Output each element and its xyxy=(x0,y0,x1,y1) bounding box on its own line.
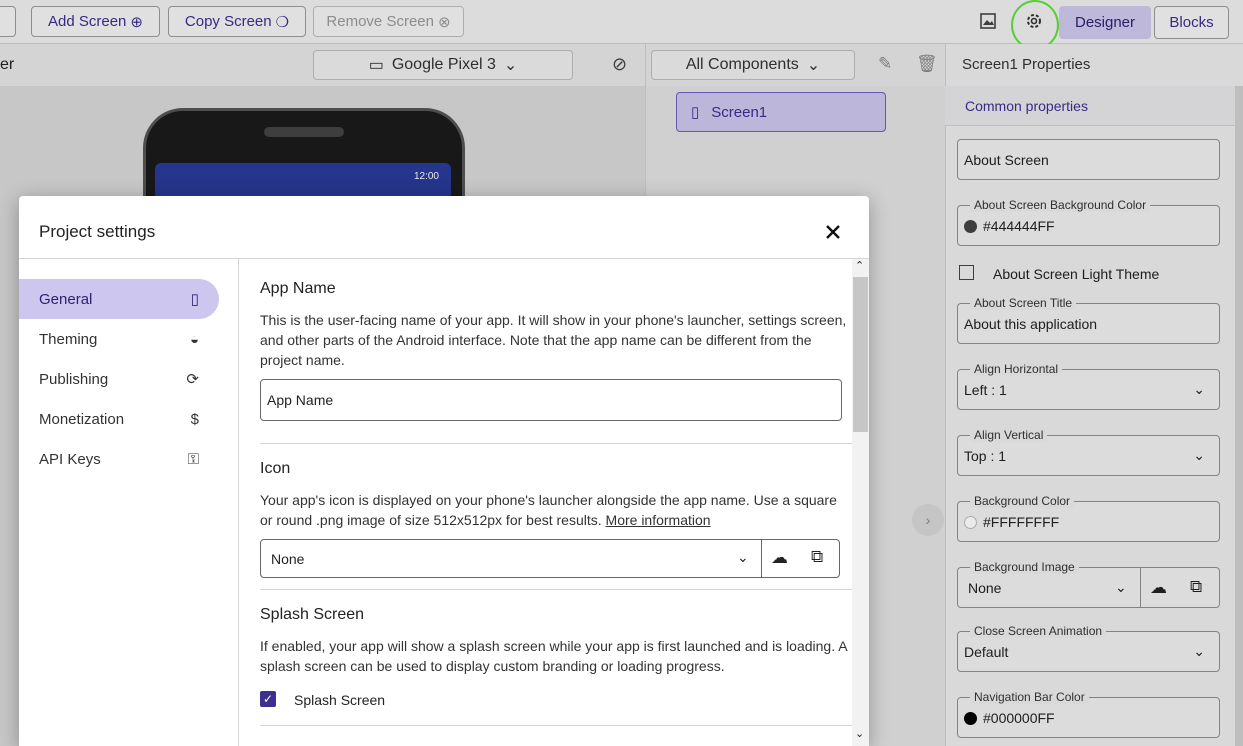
sync-icon: ⟳ xyxy=(186,371,199,388)
dialog-title: Project settings xyxy=(39,222,156,241)
splash-heading: Splash Screen xyxy=(260,606,365,623)
divider xyxy=(260,443,852,444)
dialog-scroll-thumb[interactable] xyxy=(853,277,868,432)
splash-description: If enabled, your app will show a splash … xyxy=(260,638,847,674)
sidebar-item-general[interactable]: General ▯ xyxy=(19,279,219,319)
icon-heading: Icon xyxy=(260,460,291,477)
sidebar-item-api-keys[interactable]: API Keys ⚿ xyxy=(19,439,219,479)
drop-icon: ◒ xyxy=(189,330,199,348)
dollar-icon: $ xyxy=(190,410,199,428)
open-external-icon[interactable]: ⧉ xyxy=(811,547,823,567)
divider xyxy=(260,725,852,726)
phone-settings-icon: ▯ xyxy=(190,291,199,308)
splash-checkbox-label: Splash Screen xyxy=(294,692,386,708)
icon-description-text: Your app's icon is displayed on your pho… xyxy=(260,492,837,528)
sidebar-item-label: API Keys xyxy=(39,450,101,468)
upload-cloud-icon[interactable]: ☁ xyxy=(771,548,788,568)
divider xyxy=(260,589,852,590)
scroll-down-icon[interactable]: ⌄ xyxy=(855,727,864,740)
icon-select-value: None xyxy=(271,550,305,567)
app-name-value: App Name xyxy=(267,392,334,408)
app-name-input[interactable]: App Name xyxy=(260,379,842,421)
app-name-heading: App Name xyxy=(260,280,336,297)
sidebar-item-theming[interactable]: Theming ◒ xyxy=(19,319,219,359)
scroll-up-icon[interactable]: ⌃ xyxy=(855,259,864,272)
divider xyxy=(761,540,762,577)
more-information-link[interactable]: More information xyxy=(606,512,711,528)
app-name-description: This is the user-facing name of your app… xyxy=(260,312,847,368)
key-icon: ⚿ xyxy=(187,450,199,468)
splash-checkbox[interactable]: ✓ xyxy=(260,691,276,707)
sidebar-item-label: General xyxy=(39,290,93,308)
sidebar-item-label: Monetization xyxy=(39,410,125,428)
sidebar-item-label: Theming xyxy=(39,330,98,348)
chevron-down-icon[interactable]: ⌄ xyxy=(737,549,749,566)
sidebar-item-publishing[interactable]: Publishing ⟳ xyxy=(19,359,219,399)
sidebar-item-monetization[interactable]: Monetization $ xyxy=(19,399,219,439)
close-icon[interactable] xyxy=(822,221,844,243)
icon-description: Your app's icon is displayed on your pho… xyxy=(260,490,850,530)
icon-select[interactable]: None ⌄ ☁ ⧉ xyxy=(260,539,840,578)
sidebar-item-label: Publishing xyxy=(39,370,109,388)
